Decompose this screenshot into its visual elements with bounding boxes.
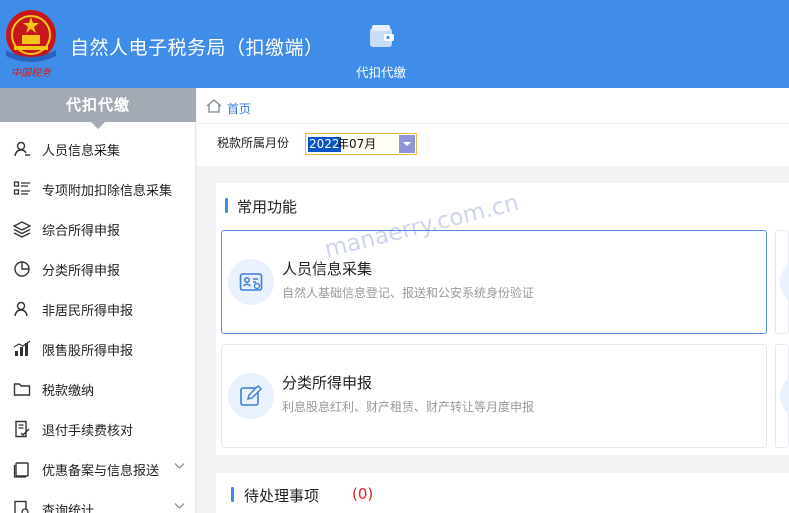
breadcrumb: 首页 [197, 88, 789, 124]
section-accent-bar [231, 487, 234, 502]
sidebar-item-comprehensive-income[interactable]: 综合所得申报 [0, 209, 196, 249]
sidebar-item-label: 专项附加扣除信息采集 [42, 184, 173, 199]
search-doc-icon [14, 500, 29, 513]
home-icon[interactable] [206, 99, 222, 113]
box-icon [13, 462, 29, 478]
section-accent-bar [225, 198, 228, 213]
filter-bar: 税款所属月份 2022 年07月 [197, 124, 789, 166]
sidebar-item-fee-refund-check[interactable]: 退付手续费核对 [0, 409, 196, 449]
pie-chart-icon [14, 261, 30, 277]
sidebar-item-person-info[interactable]: 人员信息采集 [0, 129, 196, 169]
id-card-icon [239, 273, 263, 291]
sidebar-item-special-deduction[interactable]: 专项附加扣除信息采集 [0, 169, 196, 209]
card-person-info-collection[interactable]: 人员信息采集 自然人基础信息登记、报送和公安系统身份验证 [221, 230, 767, 334]
sidebar-item-classified-income[interactable]: 分类所得申报 [0, 249, 196, 289]
pending-count[interactable]: (0) [352, 485, 373, 503]
sidebar-title: 代扣代缴 [65, 96, 130, 114]
edit-icon [240, 384, 263, 406]
sidebar-item-query-statistics[interactable]: 查询统计 [0, 489, 196, 513]
card-title: 人员信息采集 [282, 260, 373, 278]
tab-label: 代扣代缴 [355, 65, 406, 80]
card-icon-wrap [780, 259, 789, 305]
sidebar-header: 代扣代缴 [0, 88, 196, 129]
bar-chart-icon [13, 340, 31, 356]
sidebar-item-label: 优惠备案与信息报送 [42, 464, 160, 479]
tax-emblem-icon: 中国税务 [6, 10, 56, 79]
layers-icon [13, 221, 31, 238]
sidebar-item-label: 限售股所得申报 [42, 344, 134, 359]
sidebar-item-nonresident-income[interactable]: 非居民所得申报 [0, 289, 196, 329]
app-title: 自然人电子税务局（扣缴端） [70, 37, 324, 59]
sidebar-item-label: 分类所得申报 [42, 264, 121, 279]
selected-month-text: 年07月 [337, 137, 377, 151]
chevron-down-icon[interactable] [174, 462, 185, 470]
sidebar-item-restricted-shares[interactable]: 限售股所得申报 [0, 329, 196, 369]
tax-month-label: 税款所属月份 [217, 136, 290, 150]
sidebar-item-label: 综合所得申报 [42, 224, 121, 239]
document-check-icon [15, 420, 30, 438]
user-icon [14, 301, 28, 317]
sidebar-item-label: 非居民所得申报 [42, 304, 134, 319]
list-icon [13, 181, 30, 195]
app-header: 中国税务 自然人电子税务局（扣缴端） 代扣代缴 [0, 0, 789, 88]
card-icon-wrap [228, 259, 274, 305]
common-functions-panel: 常用功能 人员信息采集 自然人基础信息登记、报送和公安系统身份验证 分类所得申报… [216, 183, 789, 455]
selected-year-text: 2022 [308, 137, 341, 152]
card-description: 利息股息红利、财产租赁、财产转让等月度申报 [282, 400, 535, 414]
emblem-caption: 中国税务 [11, 67, 52, 79]
sidebar-item-preferential-filing[interactable]: 优惠备案与信息报送 [0, 449, 196, 489]
chevron-down-icon[interactable] [174, 502, 185, 510]
sidebar-item-tax-payment[interactable]: 税款缴纳 [0, 369, 196, 409]
card-description: 自然人基础信息登记、报送和公安系统身份验证 [282, 286, 535, 300]
dropdown-arrow-icon[interactable] [399, 135, 415, 153]
person-icon [14, 141, 30, 157]
card-title: 分类所得申报 [282, 374, 373, 392]
card-icon-wrap [780, 373, 789, 419]
tab-withholding[interactable]: 代扣代缴 [346, 22, 416, 82]
sidebar-item-label: 人员信息采集 [42, 144, 121, 159]
card-peek-right[interactable] [775, 230, 789, 334]
sidebar-item-label: 退付手续费核对 [42, 424, 134, 439]
sidebar-item-label: 税款缴纳 [42, 384, 95, 399]
tax-month-select[interactable]: 2022 年07月 [305, 133, 417, 155]
sidebar-item-label: 查询统计 [42, 504, 95, 513]
card-icon-wrap [228, 373, 274, 419]
pending-title[interactable]: 待处理事项 [244, 485, 319, 506]
folder-icon [13, 383, 31, 396]
breadcrumb-home-link[interactable]: 首页 [227, 100, 251, 117]
section-title-text: 常用功能 [237, 198, 298, 216]
pending-items-section: 待处理事项 (0) [216, 473, 789, 513]
sidebar: 代扣代缴 人员信息采集 专项附加扣除信息采集 综合所得申报 分类所得申报 非居民… [0, 88, 196, 513]
sidebar-caret [91, 122, 105, 129]
wallet-icon [370, 25, 394, 47]
card-classified-income[interactable]: 分类所得申报 利息股息红利、财产租赁、财产转让等月度申报 [221, 344, 767, 448]
card-peek-right[interactable] [775, 344, 789, 448]
